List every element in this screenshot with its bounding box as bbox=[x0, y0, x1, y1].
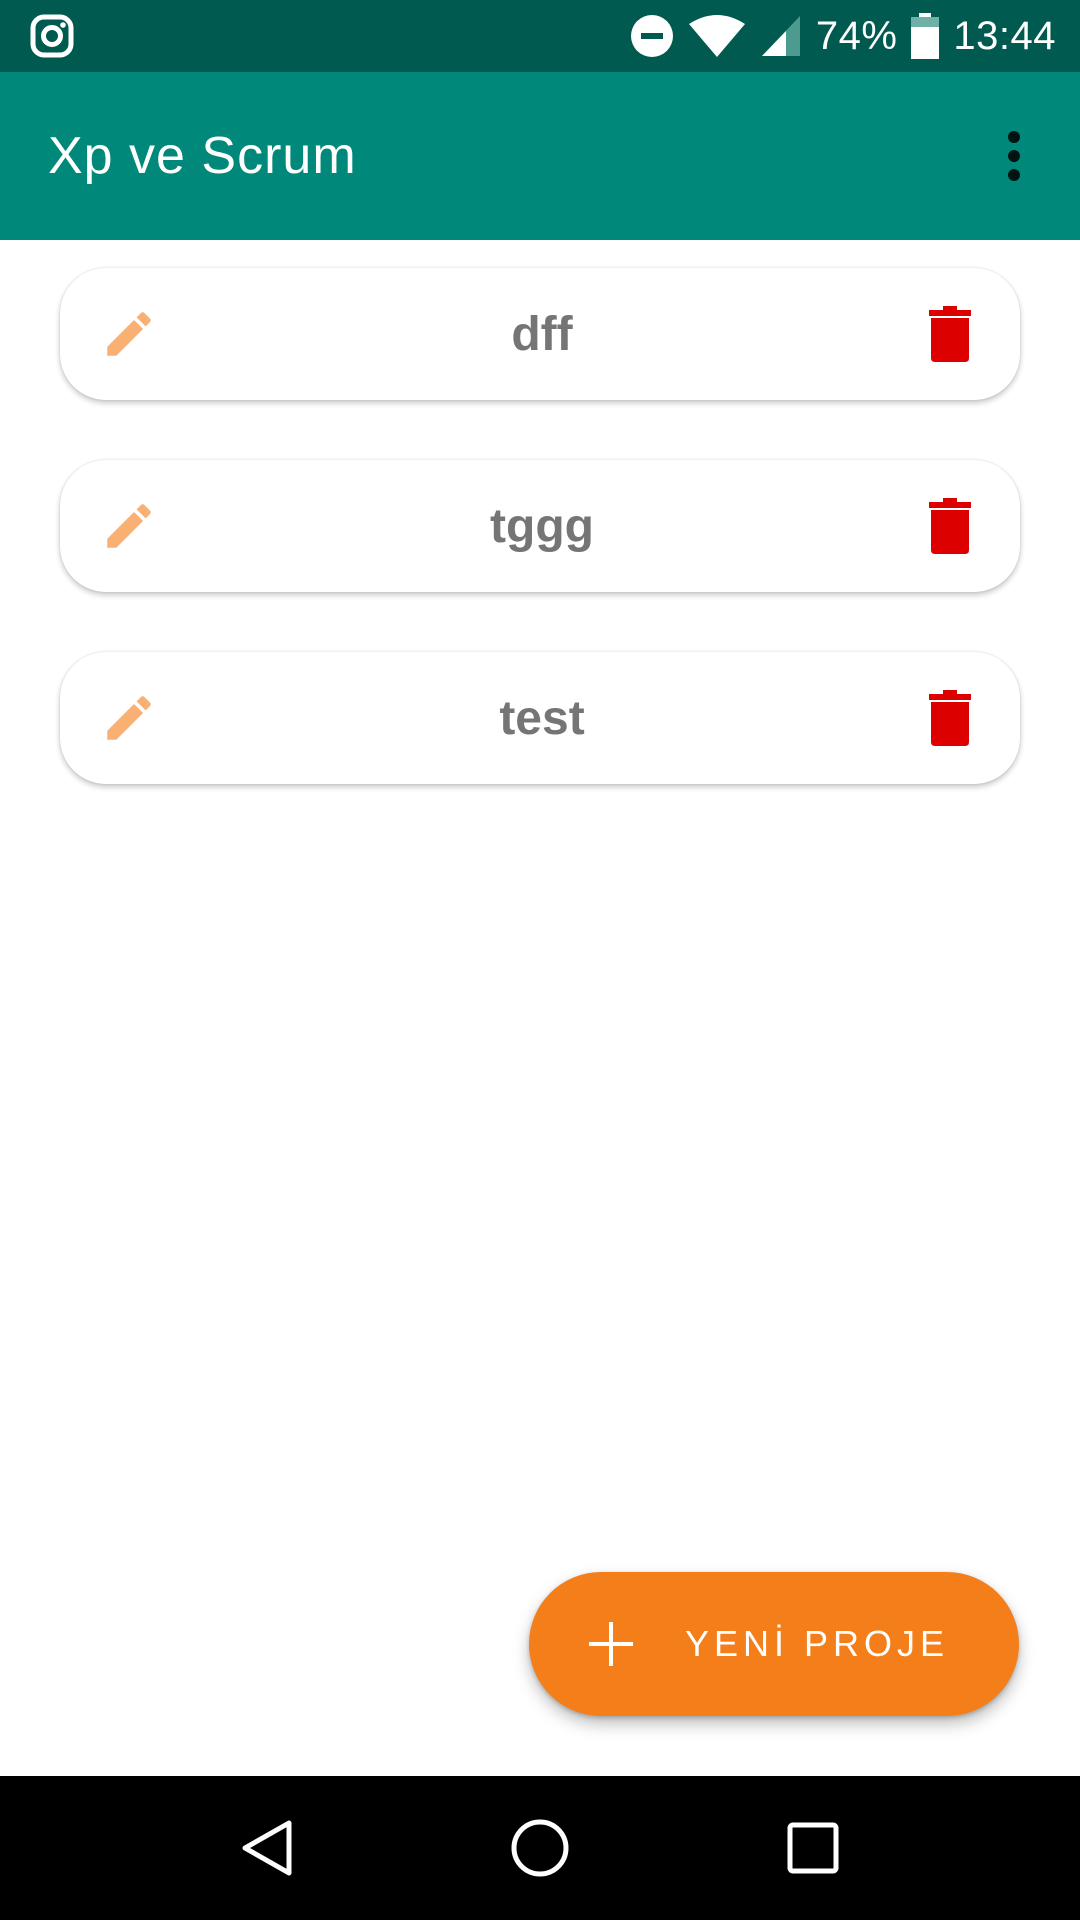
battery-icon bbox=[911, 13, 940, 59]
plus-icon bbox=[589, 1622, 633, 1666]
delete-button[interactable] bbox=[920, 299, 980, 369]
trash-icon bbox=[928, 498, 972, 554]
new-project-button[interactable]: YENİ PROJE bbox=[529, 1572, 1019, 1716]
recents-icon bbox=[786, 1821, 840, 1875]
project-list: dff tggg test bbox=[60, 268, 1020, 844]
recents-button[interactable] bbox=[763, 1798, 863, 1898]
project-card[interactable]: dff bbox=[60, 268, 1020, 400]
pencil-icon bbox=[100, 305, 158, 363]
cell-signal-icon bbox=[760, 14, 802, 58]
app-bar: Xp ve Scrum bbox=[0, 72, 1080, 240]
edit-button[interactable] bbox=[94, 299, 164, 369]
more-vert-icon bbox=[1007, 131, 1021, 181]
battery-percentage: 74% bbox=[815, 13, 898, 58]
project-name: test bbox=[499, 691, 585, 745]
project-card[interactable]: test bbox=[60, 652, 1020, 784]
do-not-disturb-icon bbox=[630, 14, 674, 58]
wifi-icon bbox=[688, 14, 746, 58]
home-button[interactable] bbox=[490, 1798, 590, 1898]
pencil-icon bbox=[100, 689, 158, 747]
project-name: dff bbox=[511, 307, 573, 361]
instagram-icon bbox=[30, 14, 74, 58]
edit-button[interactable] bbox=[94, 491, 164, 561]
new-project-label: YENİ PROJE bbox=[685, 1623, 950, 1664]
clock: 13:44 bbox=[953, 13, 1056, 58]
navigation-bar bbox=[0, 1776, 1080, 1920]
delete-button[interactable] bbox=[920, 683, 980, 753]
status-bar: 74% 13:44 bbox=[0, 0, 1080, 72]
back-icon bbox=[239, 1818, 295, 1878]
edit-button[interactable] bbox=[94, 683, 164, 753]
trash-icon bbox=[928, 306, 972, 362]
back-button[interactable] bbox=[217, 1798, 317, 1898]
project-card[interactable]: tggg bbox=[60, 460, 1020, 592]
app-title: Xp ve Scrum bbox=[48, 127, 357, 185]
overflow-menu-button[interactable] bbox=[984, 106, 1044, 206]
home-icon bbox=[510, 1818, 570, 1878]
trash-icon bbox=[928, 690, 972, 746]
project-name: tggg bbox=[490, 499, 594, 553]
delete-button[interactable] bbox=[920, 491, 980, 561]
pencil-icon bbox=[100, 497, 158, 555]
